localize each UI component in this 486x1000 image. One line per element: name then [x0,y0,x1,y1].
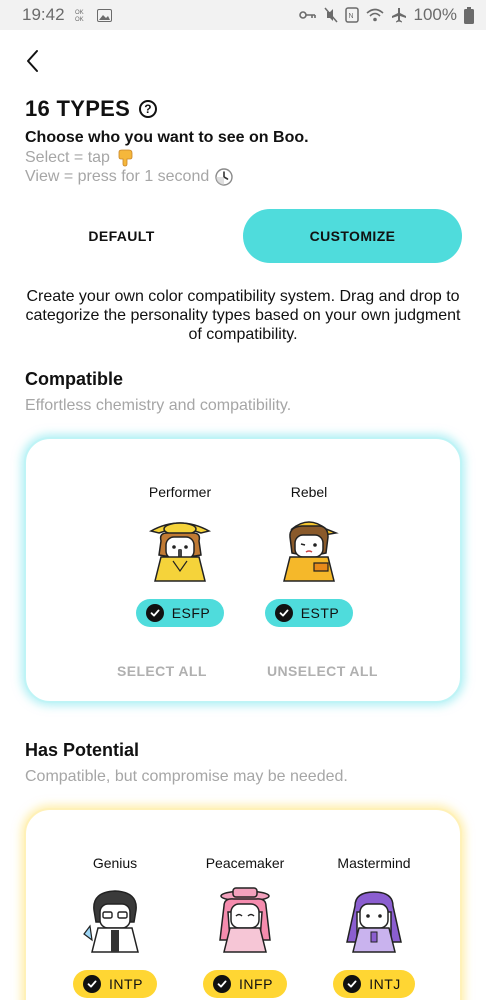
nfc-icon: N [344,7,359,23]
mode-tabs: DEFAULT CUSTOMIZE [12,209,462,263]
type-code: INTJ [369,976,401,992]
svg-text:OK: OK [75,17,84,22]
type-code: INFP [239,976,273,992]
hint-view: View = press for 1 second [25,168,233,186]
performer-avatar-icon [148,522,212,582]
chevron-left-icon [27,50,38,72]
page-subtitle: Choose who you want to see on Boo. [25,129,309,146]
type-name: Rebel [290,484,328,500]
type-chip-intp[interactable]: INTP [73,970,157,998]
type-chip-infp[interactable]: INFP [203,970,287,998]
type-name: Mastermind [337,855,411,871]
peacemaker-avatar-icon [219,887,271,953]
ok-notification-icon: OK OK [75,8,89,22]
type-card-peacemaker[interactable]: Peacemaker INFP [190,854,300,998]
type-code: INTP [109,976,143,992]
select-all-button[interactable]: SELECT ALL [117,663,207,679]
hint-select: Select = tap [25,149,136,167]
unselect-all-button[interactable]: UNSELECT ALL [267,663,378,679]
type-card-rebel[interactable]: Rebel ESTP [254,483,364,627]
vpn-key-icon [298,9,317,21]
type-card-mastermind[interactable]: Mastermind INTJ [319,854,429,998]
type-chip-estp[interactable]: ESTP [264,599,354,627]
compatible-card[interactable]: Performer ESFP Rebel ESTP SELECT ALL UNS… [24,437,462,703]
rebel-avatar-icon [283,521,339,582]
type-code: ESFP [171,605,211,621]
gallery-notification-icon [96,8,112,22]
pointing-down-hand-icon [118,149,133,167]
type-chip-intj[interactable]: INTJ [333,970,415,998]
page-title-row: 16 TYPES ? [25,96,158,122]
mute-icon [323,7,338,23]
mastermind-avatar-icon [346,891,402,953]
type-name: Genius [92,855,138,871]
genius-avatar-icon [83,890,139,953]
hint-view-text: View = press for 1 second [25,168,210,185]
help-icon[interactable]: ? [139,100,158,118]
tab-default[interactable]: DEFAULT [12,209,231,263]
type-card-genius[interactable]: Genius INTP [60,854,170,998]
type-code: ESTP [300,605,340,621]
tab-customize[interactable]: CUSTOMIZE [243,209,462,263]
status-time: 19:42 [22,5,65,24]
section-subtitle-has-potential: Compatible, but compromise may be needed… [25,768,348,785]
section-title-has-potential: Has Potential [25,740,140,760]
checkmark-icon [274,604,293,622]
back-button[interactable] [22,48,48,74]
section-title-compatible: Compatible [25,369,124,389]
clock-icon [215,168,233,186]
type-name: Peacemaker [205,855,285,871]
checkmark-icon [213,975,232,993]
checkmark-icon [343,975,362,993]
customize-description: Create your own color compatibility syst… [25,288,461,343]
airplane-icon [391,7,407,23]
hint-select-text: Select = tap [25,149,110,166]
battery-icon [464,6,474,24]
type-name: Performer [148,484,212,500]
type-card-performer[interactable]: Performer ESFP [125,483,235,627]
type-chip-esfp[interactable]: ESFP [135,599,225,627]
checkmark-icon [83,975,102,993]
svg-text:N: N [348,13,353,20]
has-potential-card[interactable]: Genius INTP Peacemaker INFP Mastermind I… [24,808,462,1000]
page-title: 16 TYPES [25,96,131,121]
status-bar: 19:42 OK OK N 100% [0,0,486,30]
section-subtitle-compatible: Effortless chemistry and compatibility. [25,397,292,414]
checkmark-icon [145,604,164,622]
battery-percent: 100% [413,5,457,24]
wifi-icon [365,8,384,22]
svg-text:OK: OK [75,10,84,16]
